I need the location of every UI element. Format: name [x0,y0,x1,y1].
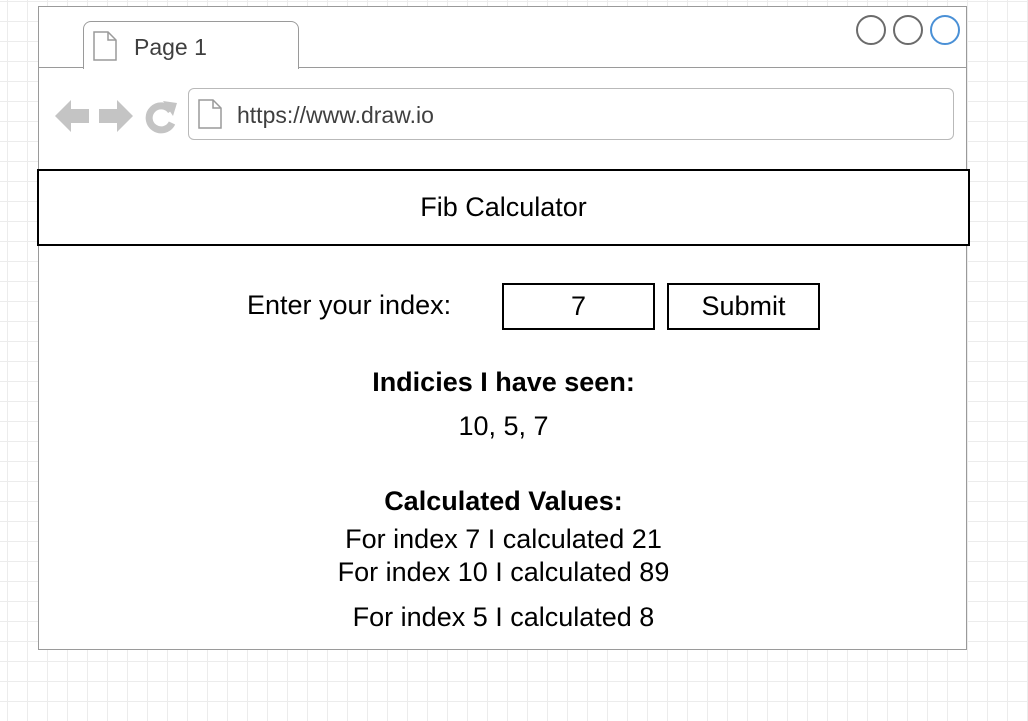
calculated-item: For index 7 I calculated 21 [345,524,662,554]
page-icon [198,99,222,134]
calculated-item: For index 10 I calculated 89 [337,557,670,587]
page-icon [93,31,117,66]
back-arrow-icon[interactable] [54,99,90,138]
url-text: https://www.draw.io [237,102,434,128]
tab-label: Page 1 [134,34,207,60]
seen-heading: Indicies I have seen: [372,367,635,397]
tab-page-1[interactable]: Page 1 [83,21,299,69]
address-bar[interactable]: https://www.draw.io [188,88,954,140]
index-label: Enter your index: [247,290,452,320]
index-input[interactable] [502,283,655,330]
window-control-circle[interactable] [930,15,960,45]
window-control-circle[interactable] [893,15,923,45]
calculated-heading: Calculated Values: [384,486,623,516]
submit-button[interactable]: Submit [667,283,820,330]
forward-arrow-icon[interactable] [98,99,134,138]
app-title: Fib Calculator [420,192,587,222]
calculated-item: For index 5 I calculated 8 [352,602,655,632]
app-header: Fib Calculator [37,169,970,246]
reload-icon[interactable] [143,99,179,140]
tab-strip: Page 1 [39,7,966,69]
seen-values: 10, 5, 7 [458,411,549,441]
window-control-circle[interactable] [856,15,886,45]
browser-window: Page 1 https://www.draw.io Fib Calculato… [37,6,970,650]
